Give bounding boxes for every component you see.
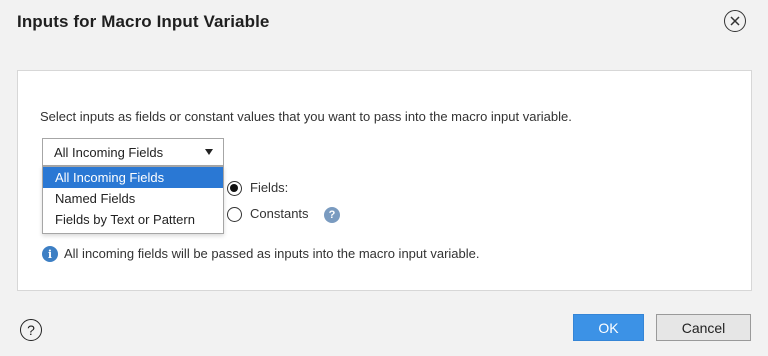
menu-item-fields-by-text-or-pattern[interactable]: Fields by Text or Pattern (43, 209, 223, 230)
help-icon[interactable]: ? (20, 319, 42, 341)
fields-radio[interactable] (227, 181, 242, 196)
input-type-select[interactable]: All Incoming Fields (42, 138, 224, 166)
ok-button[interactable]: OK (573, 314, 644, 341)
input-type-dropdown-menu: All Incoming Fields Named Fields Fields … (42, 166, 224, 234)
constants-radio[interactable] (227, 207, 242, 222)
fields-radio-label: Fields: (250, 180, 289, 195)
menu-item-all-incoming-fields[interactable]: All Incoming Fields (43, 167, 223, 188)
constants-help-icon[interactable]: ? (324, 207, 340, 223)
menu-item-named-fields[interactable]: Named Fields (43, 188, 223, 209)
caret-down-icon (205, 149, 213, 155)
cancel-button[interactable]: Cancel (656, 314, 751, 341)
instructions-text: Select inputs as fields or constant valu… (40, 109, 572, 124)
close-icon (730, 16, 740, 26)
input-type-select-value: All Incoming Fields (54, 144, 164, 160)
constants-radio-label: Constants (250, 206, 309, 221)
macro-input-dialog: Inputs for Macro Input Variable Select i… (0, 0, 768, 356)
dialog-title: Inputs for Macro Input Variable (17, 12, 270, 31)
info-message: All incoming fields will be passed as in… (64, 246, 480, 261)
close-button[interactable] (724, 10, 746, 32)
info-icon: i (42, 246, 58, 262)
